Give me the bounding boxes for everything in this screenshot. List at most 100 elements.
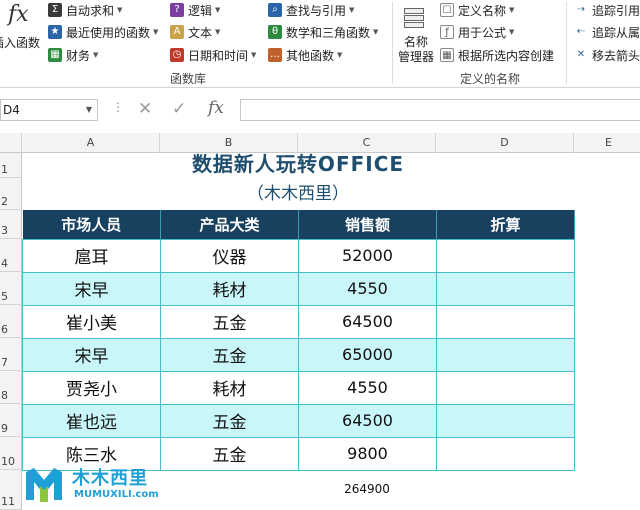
defined-name-label: 定义名称 [458, 3, 507, 18]
column-header-d[interactable]: D [436, 133, 574, 153]
table-cell[interactable]: 崔也远 [22, 403, 161, 438]
name-manager-button[interactable]: 名称 管理器 [394, 2, 438, 66]
table-cell[interactable]: 仪器 [160, 238, 299, 273]
function-library-label: 函数库 [170, 72, 207, 86]
row-header[interactable]: 8 [0, 371, 22, 404]
ribbon-function-button[interactable]: ▦ 财务 ▼ [48, 45, 98, 65]
header-cell[interactable]: 市场人员 [22, 210, 161, 239]
chevron-down-icon[interactable]: ▼ [86, 100, 92, 120]
table-cell[interactable]: 贾尧小 [22, 370, 161, 405]
table-cell[interactable] [436, 238, 575, 273]
name-box[interactable]: D4 ▼ [0, 99, 98, 121]
column-header-a[interactable]: A [22, 133, 160, 153]
table-header-row: 市场人员 产品大类 销售额 折算 [22, 210, 575, 239]
row-header[interactable]: 4 [0, 239, 22, 272]
ribbon-function-label: 最近使用的函数 [66, 25, 151, 40]
formula-input[interactable] [240, 99, 640, 121]
row-header[interactable]: 7 [0, 338, 22, 371]
fx-icon: fx [8, 2, 29, 27]
check-icon[interactable]: ✓ [172, 99, 186, 119]
header-cell[interactable]: 折算 [436, 210, 575, 239]
row-header[interactable]: 5 [0, 272, 22, 305]
select-all-corner[interactable] [0, 133, 22, 153]
defined-name-button[interactable]: ☐ 定义名称 ▼ [440, 0, 514, 20]
table-cell[interactable] [436, 370, 575, 405]
table-cell[interactable]: 9800 [298, 436, 437, 471]
star-book-icon: ★ [48, 25, 62, 39]
sheet-title[interactable]: 数据新人玩转OFFICE [22, 153, 574, 176]
chevron-down-icon: ▼ [509, 28, 515, 36]
insert-function-label: 插入函数 [0, 36, 41, 50]
trace-precedents-icon: ⇢ [574, 3, 588, 17]
insert-function-icon[interactable]: fx [208, 98, 224, 118]
row-header[interactable]: 10 [0, 437, 22, 470]
formula-bar: D4 ▼ ⋮ ✕ ✓ fx [0, 90, 640, 130]
table-cell[interactable]: 崔小美 [22, 304, 161, 339]
table-cell[interactable]: 宋早 [22, 337, 161, 372]
table-cell[interactable]: 4550 [298, 370, 437, 405]
ribbon-separator [392, 2, 393, 84]
table-cell[interactable]: 64500 [298, 304, 437, 339]
chevron-down-icon: ▼ [215, 28, 221, 36]
chevron-down-icon: ▼ [215, 6, 221, 14]
logic-book-icon: ? [170, 3, 184, 17]
table-cell[interactable] [436, 436, 575, 471]
table-row: 贾尧小 耗材 4550 [22, 370, 575, 405]
ribbon-function-button[interactable]: A 文本 ▼ [170, 22, 220, 42]
header-cell[interactable]: 产品大类 [160, 210, 299, 239]
defined-name-button[interactable]: ▦ 根据所选内容创建 [440, 45, 554, 65]
row-header[interactable]: 3 [0, 210, 22, 239]
more-dots-icon[interactable]: ⋮ [112, 100, 124, 114]
ribbon-function-button[interactable]: Σ 自动求和 ▼ [48, 0, 122, 20]
ribbon-function-label: 自动求和 [66, 3, 115, 18]
logo-text: 木木西里 [72, 468, 148, 489]
table-cell[interactable] [436, 271, 575, 306]
table-cell[interactable]: 耗材 [160, 271, 299, 306]
ribbon-function-button[interactable]: … 其他函数 ▼ [268, 45, 342, 65]
defined-name-button[interactable]: ƒ 用于公式 ▼ [440, 22, 514, 42]
sheet-subtitle[interactable]: （木木西里） [22, 178, 574, 210]
table-cell[interactable] [436, 337, 575, 372]
audit-button[interactable]: ⇢ 追踪引用 [574, 0, 640, 20]
ribbon-function-label: 其他函数 [286, 48, 335, 63]
defined-name-label: 用于公式 [458, 25, 507, 40]
table-cell[interactable]: 五金 [160, 436, 299, 471]
header-cell[interactable]: 销售额 [298, 210, 437, 239]
ribbon-function-button[interactable]: θ 数学和三角函数 ▼ [268, 22, 378, 42]
table-cell[interactable]: 4550 [298, 271, 437, 306]
ribbon-function-label: 日期和时间 [188, 48, 249, 63]
row-header[interactable]: 6 [0, 305, 22, 338]
column-header-e[interactable]: E [574, 133, 640, 153]
ribbon-function-button[interactable]: ? 逻辑 ▼ [170, 0, 220, 20]
table-cell[interactable]: 五金 [160, 403, 299, 438]
insert-function-button[interactable]: fx 插入函数 [0, 0, 44, 60]
ribbon-function-button[interactable]: ⌕ 查找与引用 ▼ [268, 0, 354, 20]
audit-button[interactable]: ✕ 移去箭头 [574, 45, 640, 65]
table-cell[interactable]: 五金 [160, 337, 299, 372]
table-cell[interactable]: 耗材 [160, 370, 299, 405]
row-header[interactable]: 2 [0, 178, 22, 210]
row-header[interactable]: 9 [0, 404, 22, 437]
table-cell[interactable]: 五金 [160, 304, 299, 339]
table-cell[interactable]: 扈耳 [22, 238, 161, 273]
sales-table: 市场人员 产品大类 销售额 折算 扈耳 仪器 52000 宋早 耗材 4550 崔小美 五金 6… [22, 210, 575, 471]
cancel-icon[interactable]: ✕ [138, 99, 152, 119]
ribbon-function-button[interactable]: ★ 最近使用的函数 ▼ [48, 22, 158, 42]
audit-button[interactable]: ⇠ 追踪从属 [574, 22, 640, 42]
row-header[interactable]: 1 [0, 153, 22, 178]
logo-subtext: MUMUXILI.com [74, 489, 159, 500]
table-cell[interactable]: 65000 [298, 337, 437, 372]
total-cell[interactable]: 264900 [298, 478, 436, 500]
remove-arrows-icon: ✕ [574, 48, 588, 62]
ribbon-function-button[interactable]: ◷ 日期和时间 ▼ [170, 45, 256, 65]
column-header-b[interactable]: B [160, 133, 298, 153]
row-header[interactable]: 11 [0, 470, 22, 510]
table-cell[interactable] [436, 304, 575, 339]
table-cell[interactable]: 宋早 [22, 271, 161, 306]
table-cell[interactable]: 64500 [298, 403, 437, 438]
column-header-c[interactable]: C [298, 133, 436, 153]
define-name-icon: ☐ [440, 3, 454, 17]
ribbon-function-label: 逻辑 [188, 3, 213, 18]
table-cell[interactable]: 52000 [298, 238, 437, 273]
table-cell[interactable] [436, 403, 575, 438]
